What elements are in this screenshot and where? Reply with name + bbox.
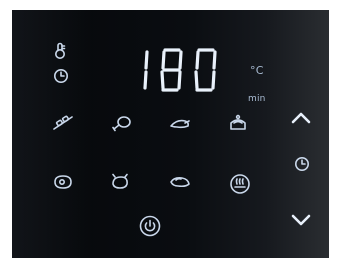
display-segment <box>161 50 166 70</box>
steak-icon[interactable] <box>52 174 74 190</box>
display-segment <box>177 70 182 90</box>
display-segment <box>212 50 217 70</box>
display-segment <box>194 70 199 90</box>
whole-chicken-icon[interactable] <box>109 173 131 191</box>
display-segment <box>211 70 216 90</box>
display-segment <box>144 50 149 70</box>
clock-icon[interactable] <box>53 68 69 84</box>
clock-icon[interactable] <box>294 156 310 172</box>
unit-celsius-label: °C <box>250 64 264 77</box>
chevron-down-icon[interactable] <box>290 213 312 227</box>
cake-icon[interactable] <box>228 113 248 133</box>
display-segment <box>178 50 183 70</box>
display-segment <box>160 70 165 90</box>
chevron-up-icon[interactable] <box>290 111 312 125</box>
fish-icon[interactable] <box>168 175 192 189</box>
power-icon[interactable] <box>139 215 161 237</box>
panel-reflection <box>12 10 92 258</box>
skewer-icon[interactable] <box>52 114 74 132</box>
display-segment <box>195 50 200 70</box>
unit-minutes-label: min <box>248 94 266 104</box>
temperature-display <box>143 48 217 92</box>
shrimp-icon[interactable] <box>169 118 191 130</box>
defrost-icon[interactable] <box>229 173 251 195</box>
thermometer-icon[interactable] <box>53 42 67 60</box>
chicken-leg-icon[interactable] <box>110 114 132 132</box>
display-segment <box>143 70 148 90</box>
control-panel: 180 °C min <box>12 10 329 258</box>
